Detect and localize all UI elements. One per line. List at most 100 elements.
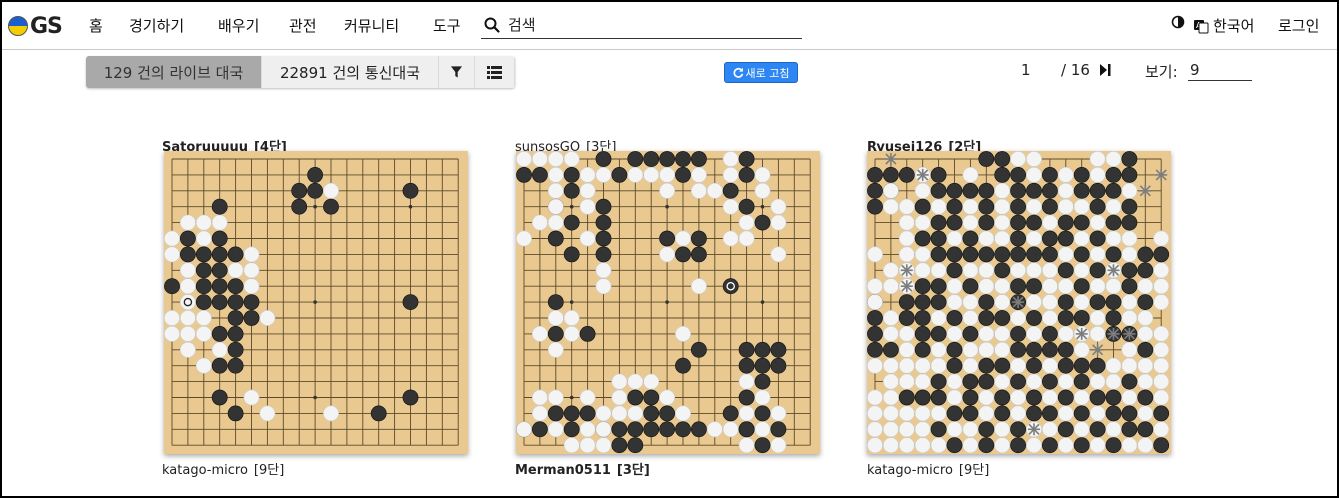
white-stone (690, 278, 707, 295)
white-stone (867, 389, 883, 406)
black-stone (227, 278, 244, 295)
white-stone (1026, 230, 1042, 247)
list-view-button[interactable] (475, 56, 515, 88)
white-stone (1089, 151, 1106, 167)
nav-watch[interactable]: 관전 (289, 15, 317, 36)
white-stone (882, 325, 899, 342)
black-stone (1010, 182, 1026, 199)
black-stone (1041, 182, 1058, 199)
star-point (665, 204, 669, 209)
tab-correspondence-games[interactable]: 22891 건의 통신대국 (262, 56, 439, 88)
white-stone (962, 294, 979, 310)
star-point (313, 204, 317, 209)
language-selector[interactable]: A 한국어 (1193, 15, 1254, 36)
black-stone (962, 182, 979, 199)
black-stone (978, 294, 995, 310)
black-stone (754, 341, 771, 358)
black-stone (1010, 325, 1026, 342)
black-stone (930, 325, 947, 342)
black-stone (994, 405, 1011, 422)
white-stone (516, 230, 532, 247)
black-stone (402, 389, 419, 406)
black-stone (627, 389, 644, 406)
black-stone (1026, 246, 1042, 263)
black-stone (1121, 421, 1138, 438)
white-stone (690, 166, 707, 183)
dead-stone-marker (1091, 343, 1104, 356)
white-stone (867, 357, 883, 374)
black-stone (914, 278, 931, 295)
star-point (313, 300, 317, 304)
black-stone (754, 357, 771, 374)
white-stone (179, 325, 196, 342)
black-stone (227, 325, 244, 342)
game-1-board[interactable] (164, 151, 468, 454)
white-stone (962, 214, 979, 231)
nav-learn[interactable]: 배우기 (218, 15, 259, 36)
white-stone (1010, 310, 1026, 326)
black-stone (962, 278, 979, 295)
white-stone (243, 262, 260, 279)
login-link[interactable]: 로그인 (1278, 15, 1319, 36)
white-stone (1057, 325, 1074, 342)
white-stone (595, 421, 612, 438)
black-stone (675, 246, 691, 263)
page-current[interactable]: 1 (1021, 61, 1031, 79)
nav-play[interactable]: 경기하기 (129, 15, 184, 36)
game-3-bottom-player[interactable]: katago-micro [9단] (867, 459, 989, 478)
game-3-board[interactable] (867, 151, 1171, 454)
white-stone (1121, 341, 1138, 358)
black-stone (978, 310, 995, 326)
next-page-icon[interactable] (1100, 64, 1111, 76)
black-stone (1010, 341, 1026, 358)
view-count-input[interactable] (1188, 59, 1252, 81)
white-stone (195, 230, 212, 247)
theme-toggle[interactable] (1171, 15, 1185, 29)
black-stone (531, 421, 548, 438)
black-stone (675, 421, 691, 438)
white-stone (595, 166, 612, 183)
black-stone (195, 246, 212, 263)
white-stone (563, 151, 580, 167)
white-stone (1057, 278, 1074, 295)
white-stone (1137, 373, 1154, 390)
language-icon: A (1194, 19, 1209, 33)
black-stone (962, 405, 979, 422)
black-stone (211, 262, 228, 279)
white-stone (1137, 357, 1154, 374)
white-stone (914, 405, 931, 422)
refresh-button[interactable]: 새로 고침 (724, 62, 798, 83)
white-stone (164, 246, 180, 263)
white-stone (1026, 294, 1042, 310)
nav-home[interactable]: 홈 (89, 15, 103, 36)
black-stone (243, 310, 260, 326)
tab-live-games[interactable]: 129 건의 라이브 대국 (86, 56, 262, 88)
black-stone (930, 230, 947, 247)
white-stone (1121, 230, 1138, 247)
white-stone (898, 437, 915, 454)
filter-button[interactable] (439, 56, 475, 88)
search-input[interactable] (506, 15, 786, 35)
white-stone (978, 262, 995, 279)
white-stone (1153, 325, 1170, 342)
white-stone (179, 341, 196, 358)
black-stone (1041, 230, 1058, 247)
black-stone (627, 437, 644, 454)
game-1-bottom-player[interactable]: katago-micro [9단] (162, 459, 284, 478)
logo[interactable]: GS (8, 14, 63, 39)
black-stone (1073, 310, 1090, 326)
black-stone (323, 198, 339, 215)
black-stone (946, 214, 963, 231)
nav-community[interactable]: 커뮤니티 (344, 15, 399, 36)
white-stone (722, 151, 739, 167)
white-stone (1057, 166, 1074, 183)
black-stone (1137, 389, 1154, 406)
black-stone (1089, 182, 1106, 199)
black-stone (1073, 278, 1090, 295)
black-stone (595, 214, 612, 231)
game-2-board[interactable] (516, 151, 820, 454)
black-stone (946, 246, 963, 263)
black-stone (914, 341, 931, 358)
nav-tools[interactable]: 도구 (433, 15, 461, 36)
game-2-bottom-player[interactable]: Merman0511 [3단] (515, 459, 650, 478)
